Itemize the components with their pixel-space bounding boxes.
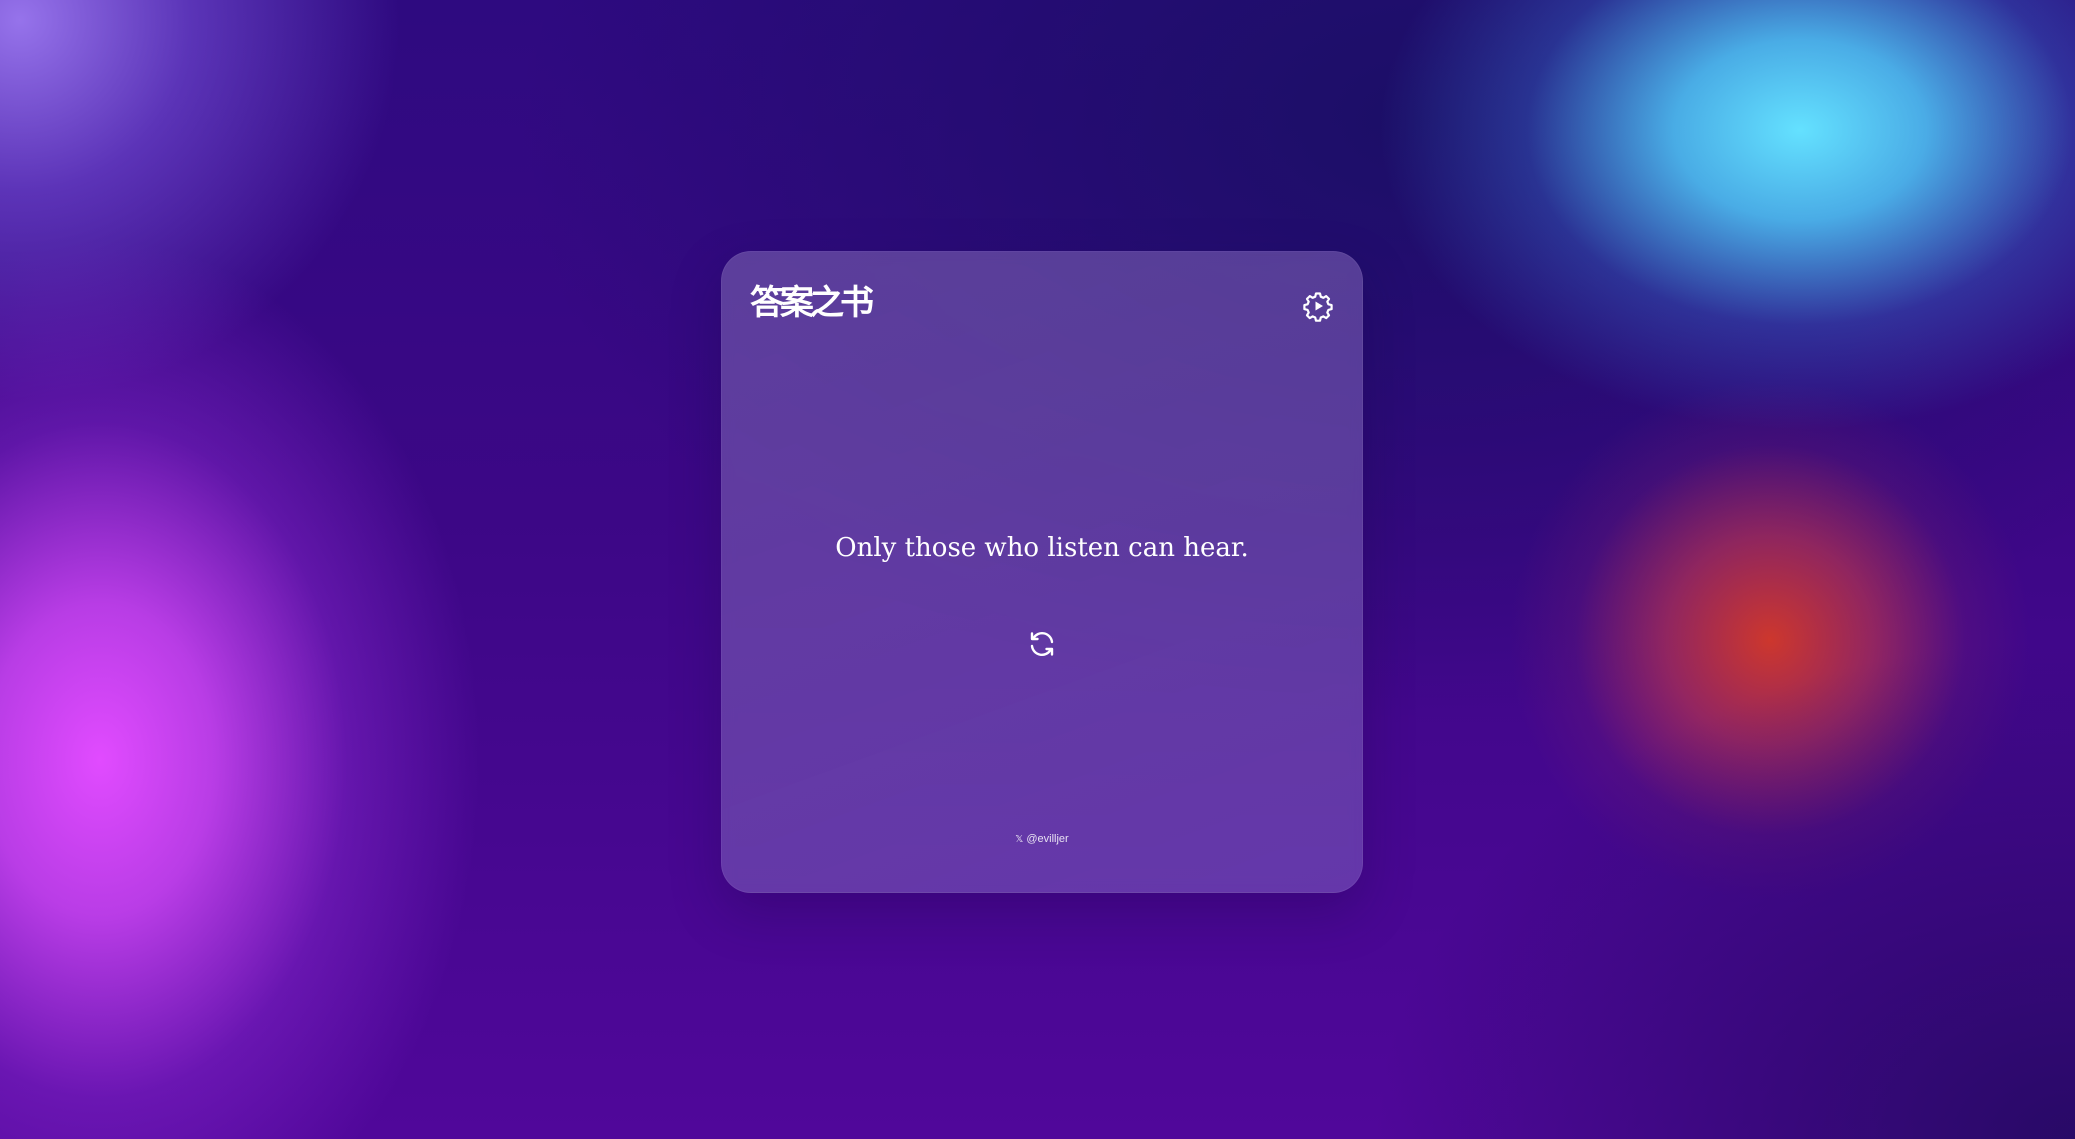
settings-gear-icon[interactable]: [1302, 290, 1334, 322]
answer-text: Only those who listen can hear.: [835, 533, 1249, 563]
author-handle[interactable]: @evilljer: [1026, 833, 1068, 845]
author-credit[interactable]: 𝕏 @evilljer: [722, 833, 1362, 845]
answer-card: 答案之书 Only those who listen can hear. 𝕏 @e…: [721, 251, 1363, 893]
refresh-svg: [1030, 631, 1054, 657]
refresh-icon[interactable]: [1026, 628, 1058, 660]
app-logo: 答案之书: [750, 283, 874, 323]
x-logo-icon: 𝕏: [1015, 834, 1024, 845]
settings-gear-svg: [1303, 292, 1333, 322]
